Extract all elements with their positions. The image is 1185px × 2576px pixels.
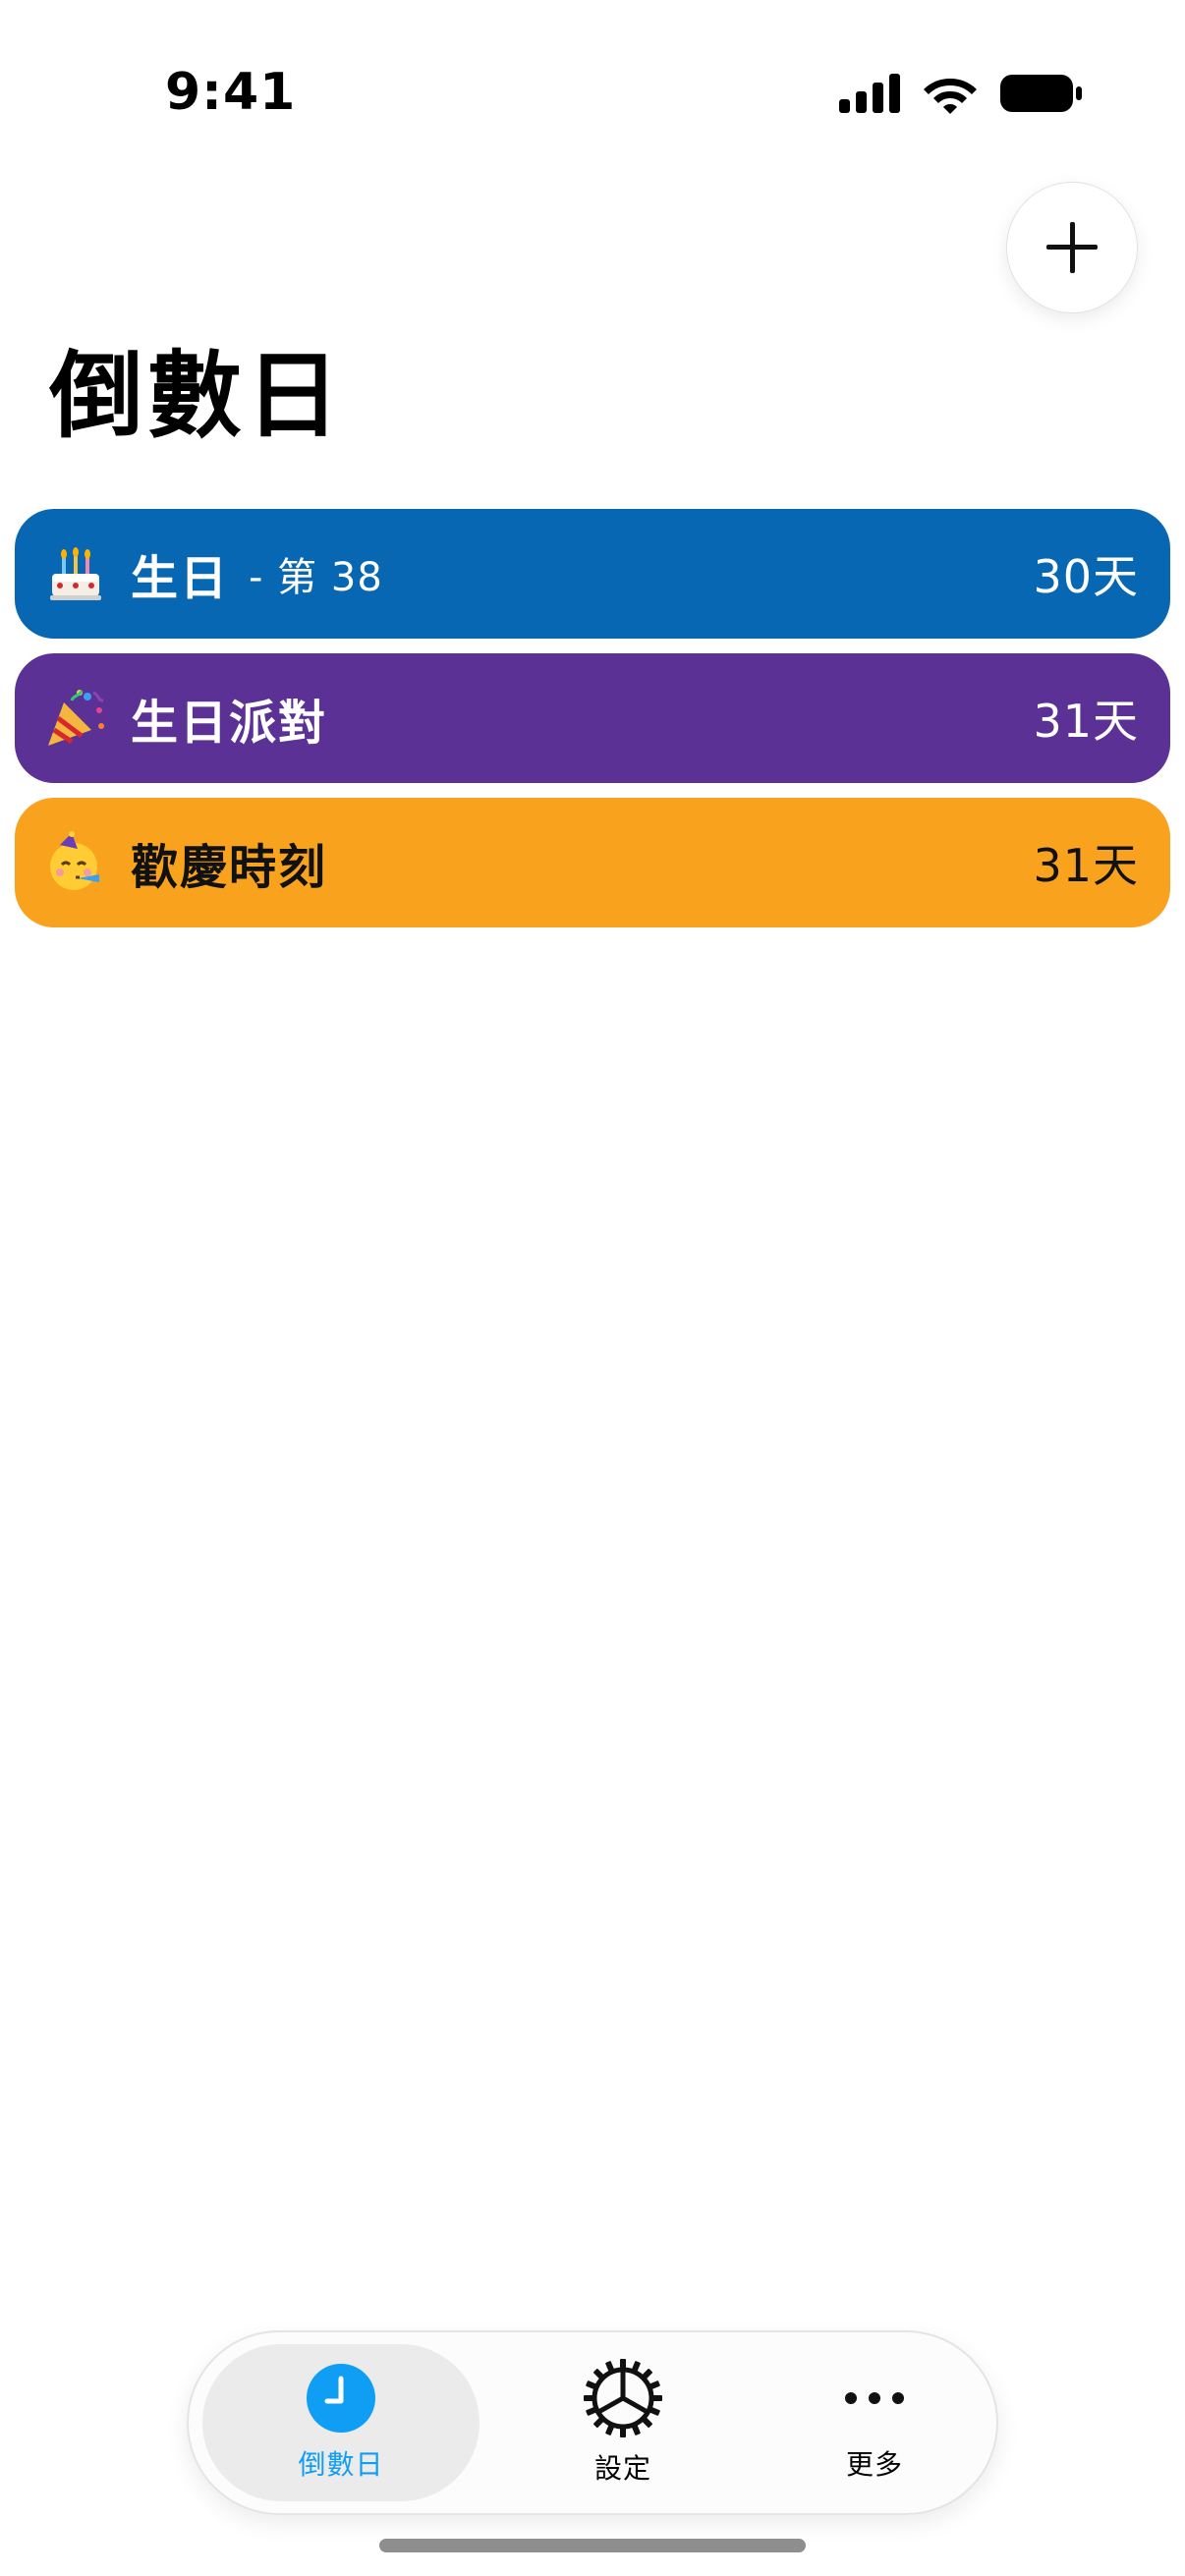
status-time: 9:41 [165, 63, 297, 122]
tab-more[interactable]: 更多 [759, 2344, 990, 2501]
partying-face-icon [44, 831, 107, 894]
cellular-signal-icon [839, 74, 900, 113]
countdown-days: 31天 [1033, 839, 1139, 892]
tab-bar: 倒數日 設定 更多 [187, 2330, 998, 2515]
countdown-days: 30天 [1033, 550, 1139, 603]
more-icon [845, 2392, 904, 2404]
countdown-item-birthday[interactable]: 生日 - 第 38 30天 [15, 509, 1170, 639]
countdown-name: 歡慶時刻 [131, 840, 328, 895]
wifi-icon [924, 79, 977, 114]
tab-label: 更多 [845, 2448, 903, 2481]
home-indicator [379, 2539, 806, 2552]
tab-label: 倒數日 [298, 2448, 384, 2481]
tab-settings[interactable]: 設定 [507, 2344, 739, 2501]
status-bar: 9:41 [0, 0, 1185, 187]
tab-label: 設定 [593, 2452, 651, 2485]
birthday-cake-icon [44, 542, 107, 605]
countdown-subtitle: - 第 38 [249, 555, 383, 600]
add-countdown-button[interactable] [1006, 182, 1138, 313]
countdown-name: 生日 [131, 551, 230, 606]
countdown-item-party[interactable]: 生日派對 31天 [15, 653, 1170, 783]
countdown-name: 生日派對 [131, 696, 328, 751]
status-icons [839, 73, 1083, 114]
gear-icon [584, 2359, 662, 2437]
countdown-days: 31天 [1033, 695, 1139, 748]
plus-icon [1046, 222, 1098, 273]
clock-icon [307, 2364, 375, 2433]
tab-countdown[interactable]: 倒數日 [202, 2344, 480, 2501]
party-popper-icon [44, 687, 107, 750]
countdown-list: 生日 - 第 38 30天 生日派對 31天 歡慶時刻 31天 [15, 509, 1170, 942]
battery-icon [1000, 75, 1082, 112]
page-title: 倒數日 [49, 341, 344, 451]
countdown-item-celebration[interactable]: 歡慶時刻 31天 [15, 798, 1170, 927]
